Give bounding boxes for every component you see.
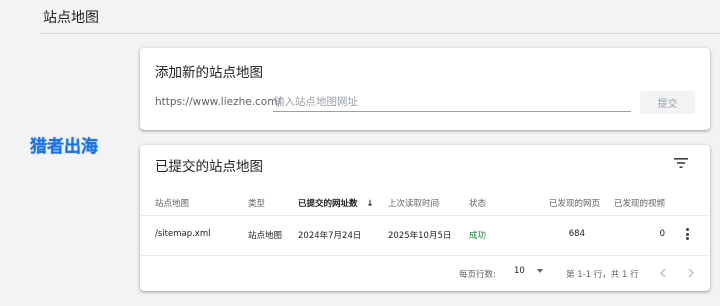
add-sitemap-title: 添加新的站点地图 <box>155 65 263 81</box>
column-header-type[interactable]: 类型 <box>248 197 265 209</box>
rows-per-page-select[interactable]: 10 <box>514 266 543 276</box>
dropdown-caret-icon <box>536 268 543 273</box>
rows-per-page-value: 10 <box>514 266 525 276</box>
table-divider <box>140 215 710 216</box>
column-header-last-read[interactable]: 上次读取时间 <box>388 197 439 209</box>
cell-videos-found: 0 <box>659 229 665 239</box>
page-title: 站点地图 <box>43 10 99 26</box>
page-header: 站点地图 <box>0 0 720 34</box>
sort-arrow-down-icon: ↓ <box>366 199 374 209</box>
pagination-range: 第 1-1 行，共 1 行 <box>566 270 639 280</box>
watermark-logo: 猎者出海 <box>30 137 98 157</box>
cell-last-read: 2025年10月5日 <box>388 231 452 241</box>
sitemap-url-input[interactable] <box>273 92 631 112</box>
column-header-submitted-urls-label: 已提交的网址数 <box>298 199 358 209</box>
cell-status: 成功 <box>469 231 487 241</box>
submitted-sitemaps-card: 已提交的站点地图 站点地图 类型 已提交的网址数 ↓ 上次读取时间 状态 已发现… <box>140 145 710 291</box>
column-header-submitted-urls[interactable]: 已提交的网址数 ↓ <box>298 197 374 209</box>
previous-page-icon[interactable] <box>656 265 670 279</box>
add-sitemap-card: 添加新的站点地图 https://www.liezhe.com/ 提交 <box>140 48 710 130</box>
cell-pages-found: 684 <box>568 229 585 239</box>
url-prefix: https://www.liezhe.com/ <box>155 96 281 108</box>
rows-per-page-label: 每页行数: <box>459 270 496 280</box>
next-page-icon[interactable] <box>684 265 698 279</box>
table-divider <box>140 255 710 256</box>
column-header-videos-found[interactable]: 已发现的视频 <box>613 197 665 209</box>
cell-type: 站点地图 <box>248 231 283 241</box>
column-header-status[interactable]: 状态 <box>469 197 486 209</box>
submit-button[interactable]: 提交 <box>640 91 695 114</box>
filter-list-icon[interactable] <box>673 155 689 169</box>
cell-sitemap: /sitemap.xml <box>155 229 211 239</box>
header-divider <box>40 33 720 34</box>
more-vert-icon[interactable] <box>684 228 690 240</box>
cell-submitted-date: 2024年7月24日 <box>298 231 362 241</box>
column-header-sitemap[interactable]: 站点地图 <box>155 197 189 209</box>
submitted-sitemaps-title: 已提交的站点地图 <box>155 159 263 175</box>
column-header-pages-found[interactable]: 已发现的网页 <box>536 197 600 209</box>
